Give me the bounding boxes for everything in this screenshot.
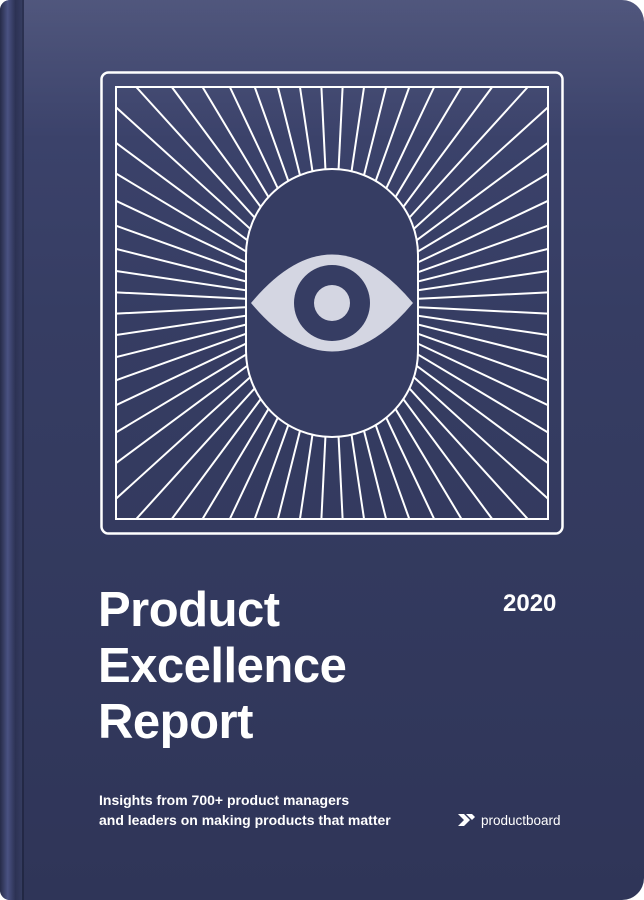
eye-sunburst-icon bbox=[100, 71, 564, 535]
title-line-3: Report bbox=[98, 695, 253, 749]
report-year: 2020 bbox=[503, 590, 557, 617]
report-title: Product Excellence Report bbox=[98, 582, 347, 750]
title-line-2: Excellence bbox=[98, 639, 347, 693]
subtitle-line-2: and leaders on making products that matt… bbox=[99, 812, 391, 828]
title-line-1: Product bbox=[98, 583, 280, 637]
pupil bbox=[314, 285, 350, 321]
productboard-logo-icon bbox=[458, 814, 475, 826]
brand-name: productboard bbox=[481, 812, 561, 828]
subtitle-line-1: Insights from 700+ product managers bbox=[99, 792, 350, 808]
book-cover: Product Excellence Report 2020 Insights … bbox=[0, 0, 644, 900]
brand-lockup: productboard bbox=[458, 811, 561, 829]
book-spine bbox=[0, 0, 22, 900]
report-subtitle: Insights from 700+ product managers and … bbox=[99, 790, 429, 830]
